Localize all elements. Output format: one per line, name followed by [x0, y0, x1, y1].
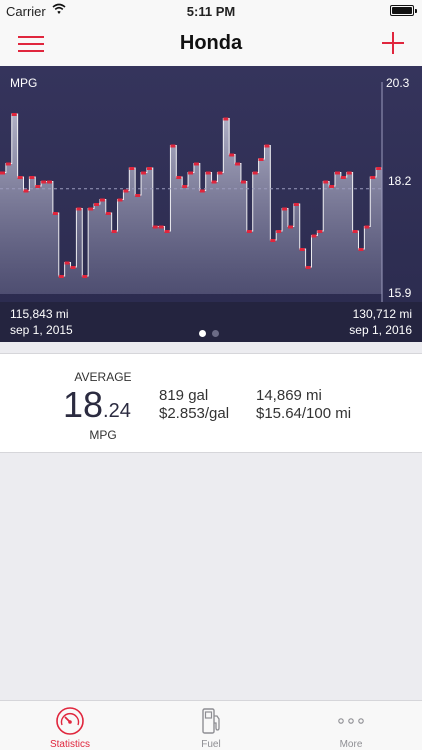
chart-footer: 115,843 mi sep 1, 2015 130,712 mi sep 1,… — [0, 302, 422, 342]
tab-fuel-label: Fuel — [201, 739, 221, 750]
tab-statistics-label: Statistics — [49, 739, 90, 750]
page-title: Honda — [179, 32, 243, 54]
stats-panel: AVERAGE 18.24 MPG 819 gal $2.853/gal 14,… — [0, 353, 422, 453]
start-odometer: 115,843 mi — [10, 307, 69, 321]
tab-bar: Statistics Fuel More — [0, 700, 422, 750]
mpg-chart-plot — [0, 82, 383, 302]
page-indicator[interactable] — [199, 324, 225, 342]
average-unit: MPG — [89, 428, 117, 442]
mpg-chart[interactable]: MPG 20.3 18.2 15.9 115,843 mi sep 1, 201… — [0, 66, 422, 342]
fuel-pump-icon — [202, 708, 220, 734]
battery-icon — [390, 5, 417, 16]
gauge-icon — [56, 707, 84, 735]
page-dot-2[interactable] — [212, 330, 219, 337]
average-value: 18.24 — [63, 384, 131, 426]
tab-more-label: More — [339, 739, 363, 750]
y-tick-bottom: 15.9 — [388, 286, 412, 300]
tab-fuel[interactable]: Fuel — [141, 701, 281, 750]
more-dots-icon — [338, 718, 364, 724]
end-date: sep 1, 2016 — [349, 323, 412, 337]
status-bar: Carrier 5:11 PM — [0, 0, 422, 22]
average-label: AVERAGE — [74, 370, 132, 384]
chart-title: MPG — [10, 76, 38, 90]
status-time: 5:11 PM — [186, 4, 236, 19]
y-tick-top: 20.3 — [386, 76, 410, 90]
price-per-gallon: $2.853/gal — [159, 405, 230, 422]
average-int: 18 — [63, 384, 104, 425]
start-date: sep 1, 2015 — [10, 323, 73, 337]
y-tick-mid: 18.2 — [388, 174, 412, 188]
chart-area — [0, 114, 382, 294]
page-dot-1[interactable] — [199, 330, 206, 337]
add-icon[interactable] — [380, 30, 406, 56]
cost-per-100-miles: $15.64/100 mi — [256, 405, 352, 422]
tab-more[interactable]: More — [281, 701, 421, 750]
end-odometer: 130,712 mi — [352, 307, 412, 321]
total-gallons: 819 gal — [159, 387, 209, 404]
nav-bar: Honda — [0, 22, 422, 66]
total-miles: 14,869 mi — [256, 387, 322, 404]
tab-statistics[interactable]: Statistics — [0, 701, 140, 750]
average-dec: .24 — [103, 400, 131, 422]
